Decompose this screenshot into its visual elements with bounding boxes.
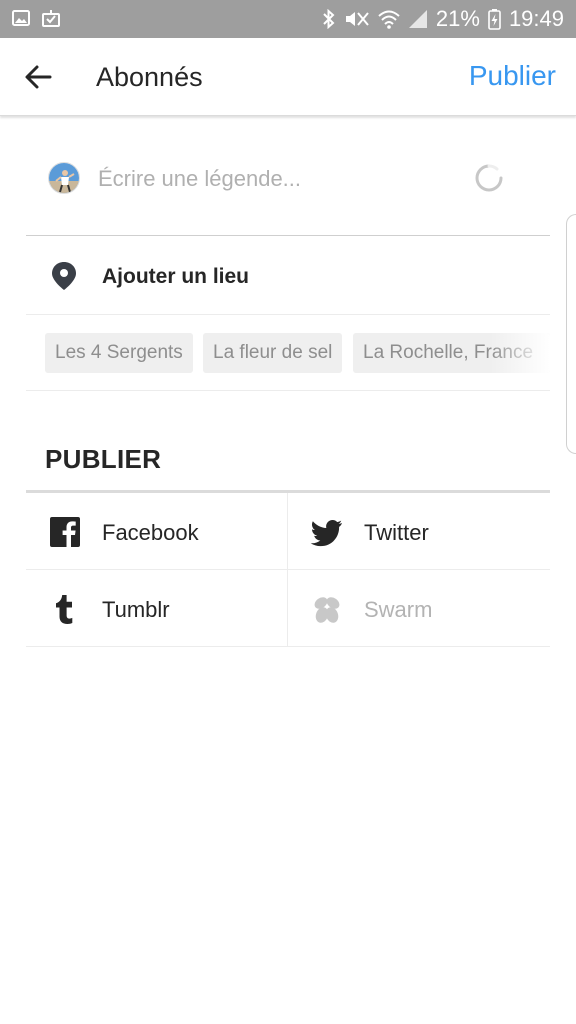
share-label: Facebook [102,520,199,545]
share-heading: PUBLIER [45,444,162,474]
edge-panel-handle[interactable] [566,214,576,454]
page-title: Abonnés [96,62,203,92]
share-tumblr[interactable]: Tumblr [26,570,288,647]
mute-vibrate-icon [345,12,369,26]
share-targets-grid: Facebook Twitter Tumblr Swarm [26,493,550,647]
twitter-icon [310,520,342,547]
location-suggestions: Les 4 Sergents La fleur de sel La Rochel… [26,315,550,391]
avatar-photo [49,163,79,193]
wifi-icon [378,10,400,29]
location-pin-icon [52,262,76,290]
share-label: Tumblr [102,597,170,622]
caption-row [26,140,550,236]
clock: 19:49 [508,6,564,31]
share-twitter[interactable]: Twitter [288,493,550,570]
avatar [48,162,80,194]
caption-input[interactable] [98,162,458,196]
tumblr-icon [56,595,73,624]
chip-fade-overlay [490,333,550,373]
status-bar-notifications [12,9,60,27]
share-facebook[interactable]: Facebook [26,493,288,570]
status-bar: 21% 19:49 [0,0,576,38]
top-app-bar: Abonnés Publier [0,38,576,116]
loading-spinner-icon [475,164,503,192]
bluetooth-icon [323,9,335,29]
swarm-icon [314,597,340,623]
status-bar-system: 21% 19:49 [322,0,564,38]
share-label: Twitter [364,520,429,545]
signal-icon [408,10,427,28]
battery-charging-icon [488,9,501,30]
location-chip[interactable]: Les 4 Sergents [45,333,193,373]
share-swarm: Swarm [288,570,550,647]
share-label: Swarm [364,597,433,622]
location-chip[interactable]: La fleur de sel [203,333,343,373]
battery-percent: 21% [435,6,480,31]
download-done-icon [42,10,60,27]
add-location-row[interactable]: Ajouter un lieu [26,237,550,315]
publish-button[interactable]: Publier [469,60,556,92]
location-chip[interactable]: La Rochelle, France [353,333,550,373]
back-arrow-icon[interactable] [22,61,54,93]
facebook-icon [50,517,80,547]
add-location-label: Ajouter un lieu [102,265,249,288]
gallery-icon [12,10,30,26]
